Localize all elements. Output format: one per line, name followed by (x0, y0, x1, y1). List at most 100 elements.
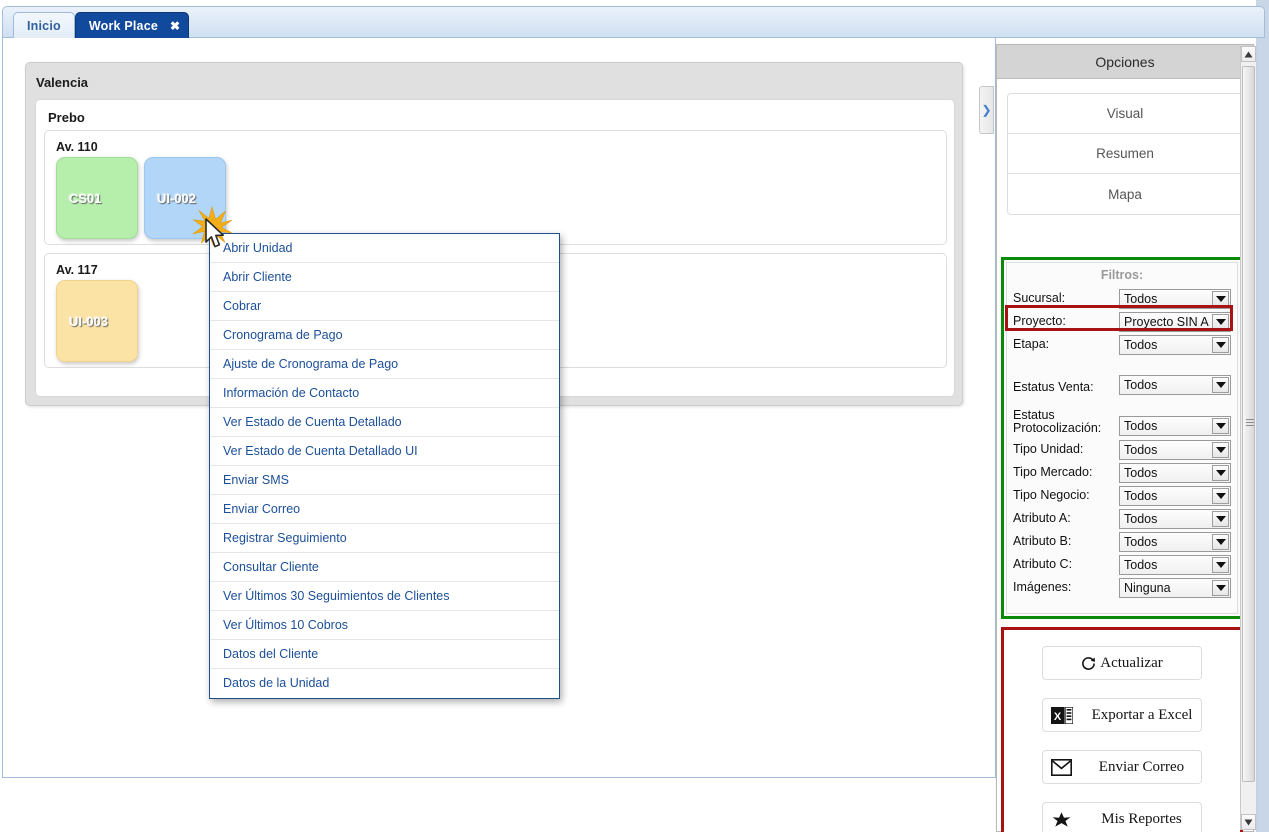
context-menu-item[interactable]: Ajuste de Cronograma de Pago (210, 350, 559, 379)
scrollbar-grip-icon (1246, 419, 1254, 428)
filter-select-atributo-b[interactable]: Todos (1119, 531, 1231, 552)
filter-select-value: Todos (1124, 511, 1158, 526)
context-menu-item[interactable]: Datos del Cliente (210, 640, 559, 669)
unit-context-menu: Abrir Unidad Abrir Cliente Cobrar Cronogram… (209, 233, 560, 699)
filter-label: Atributo B: (1013, 533, 1072, 548)
context-menu-item[interactable]: Ver Estado de Cuenta Detallado (210, 408, 559, 437)
unit-tile-ui-002[interactable]: UI-002 (144, 157, 226, 239)
chevron-down-icon[interactable] (1212, 441, 1229, 458)
filter-row-tipo-mercado: Tipo Mercado: Todos (1007, 461, 1237, 484)
chevron-down-icon[interactable] (1212, 487, 1229, 504)
context-menu-item[interactable]: Consultar Cliente (210, 553, 559, 582)
context-menu-item[interactable]: Datos de la Unidad (210, 669, 559, 698)
context-menu-item-label: Ver Estado de Cuenta Detallado UI (223, 444, 418, 458)
context-menu-item-label: Enviar Correo (223, 502, 301, 516)
street-title-1: Av. 117 (56, 263, 98, 277)
context-menu-item[interactable]: Ver Últimos 10 Cobros (210, 611, 559, 640)
chevron-down-icon[interactable] (1212, 579, 1229, 596)
unit-tile-ui-003[interactable]: UI-003 (56, 280, 138, 362)
unit-tile-cs01[interactable]: CS01 (56, 157, 138, 239)
filter-select-sucursal[interactable]: Todos (1119, 288, 1231, 309)
context-menu-item-label: Registrar Seguimiento (223, 531, 347, 545)
refresh-icon (1081, 656, 1096, 671)
filter-select-tipo-unidad[interactable]: Todos (1119, 439, 1231, 460)
context-menu-item-label: Cobrar (223, 299, 262, 313)
view-button-resumen[interactable]: Resumen (1008, 134, 1242, 174)
filter-label: Estatus Venta: (1013, 380, 1094, 394)
context-menu-item-label: Abrir Unidad (223, 241, 293, 255)
chevron-down-icon[interactable] (1212, 336, 1229, 353)
filter-select-value: Todos (1124, 378, 1158, 392)
filter-select-etapa[interactable]: Todos (1119, 334, 1231, 355)
context-menu-item[interactable]: Ver Últimos 30 Seguimientos de Clientes (210, 582, 559, 611)
view-button-mapa[interactable]: Mapa (1008, 174, 1242, 214)
street-panel-av-110: Av. 110 CS01 UI-002 (44, 130, 947, 245)
action-button-exportar-a-excel[interactable]: X Exportar a Excel (1042, 698, 1202, 732)
chevron-down-icon[interactable] (1212, 290, 1229, 307)
filter-select-atributo-c[interactable]: Todos (1119, 554, 1231, 575)
close-icon[interactable]: ✖ (170, 20, 180, 32)
chevron-down-icon[interactable] (1212, 510, 1229, 527)
scroll-up-icon[interactable] (1241, 46, 1256, 62)
filter-select-tipo-negocio[interactable]: Todos (1119, 485, 1231, 506)
panel-vertical-scrollbar[interactable] (1240, 46, 1256, 830)
context-menu-item[interactable]: Información de Contacto (210, 379, 559, 408)
excel-icon: X (1051, 706, 1073, 724)
filter-label: Tipo Unidad: (1013, 441, 1084, 456)
filter-label: Tipo Negocio: (1013, 487, 1090, 502)
context-menu-item-label: Datos del Cliente (223, 647, 319, 661)
filter-select-value: Todos (1124, 534, 1158, 549)
filter-row-imagenes: Imágenes: Ninguna (1007, 576, 1237, 599)
filter-select-atributo-a[interactable]: Todos (1119, 508, 1231, 529)
filter-row-estatus-protocolizacion: Estatus Protocolización: Todos (1007, 397, 1237, 438)
filter-row-sucursal: Sucursal: Todos (1007, 287, 1237, 310)
options-panel-header: Opciones (997, 45, 1253, 79)
tab-work-place[interactable]: Work Place ✖ (74, 12, 190, 38)
chevron-right-icon: ❯ (981, 103, 992, 117)
filter-select-value: Todos (1124, 291, 1158, 306)
panel-collapse-handle[interactable]: ❯ (979, 86, 994, 134)
chevron-down-icon[interactable] (1212, 313, 1229, 330)
context-menu-item-label: Abrir Cliente (223, 270, 292, 284)
context-menu-item-label: Ver Estado de Cuenta Detallado (223, 415, 402, 429)
action-button-actualizar[interactable]: Actualizar (1042, 646, 1202, 680)
filter-select-imagenes[interactable]: Ninguna (1119, 577, 1231, 598)
chevron-down-icon[interactable] (1212, 377, 1229, 393)
filter-label: Atributo A: (1013, 510, 1071, 525)
filter-label: Imágenes: (1013, 579, 1072, 594)
context-menu-item[interactable]: Registrar Seguimiento (210, 524, 559, 553)
filter-select-tipo-mercado[interactable]: Todos (1119, 462, 1231, 483)
filters-inner: Filtros: Sucursal: Todos Proyecto: Proyecto… (1006, 262, 1238, 614)
filter-select-estatus-protocolizacion[interactable]: Todos (1119, 416, 1231, 436)
filter-row-atributo-c: Atributo C: Todos (1007, 553, 1237, 576)
filter-label: Sucursal: (1013, 290, 1066, 305)
tab-inicio[interactable]: Inicio (13, 12, 75, 38)
context-menu-item[interactable]: Abrir Cliente (210, 263, 559, 292)
chevron-down-icon[interactable] (1212, 533, 1229, 550)
context-menu-item[interactable]: Enviar SMS (210, 466, 559, 495)
tab-strip: Inicio Work Place ✖ (2, 6, 1265, 38)
action-button-enviar-correo[interactable]: Enviar Correo (1042, 750, 1202, 784)
scrollbar-thumb[interactable] (1242, 66, 1255, 782)
filter-select-proyecto[interactable]: Proyecto SIN A (1119, 311, 1231, 332)
context-menu-item[interactable]: Cobrar (210, 292, 559, 321)
action-button-mis-reportes[interactable]: Mis Reportes (1042, 802, 1202, 832)
filter-select-estatus-venta[interactable]: Todos (1119, 375, 1231, 395)
context-menu-item[interactable]: Cronograma de Pago (210, 321, 559, 350)
filter-select-value: Todos (1124, 442, 1158, 457)
filter-label: Tipo Mercado: (1013, 464, 1093, 479)
context-menu-item-label: Ver Últimos 30 Seguimientos de Clientes (223, 589, 450, 603)
unit-tile-label: UI-003 (69, 313, 109, 329)
context-menu-item[interactable]: Abrir Unidad (210, 234, 559, 263)
chevron-down-icon[interactable] (1212, 464, 1229, 481)
options-panel: Opciones Visual Resumen Mapa Filtros: Su… (996, 44, 1254, 832)
context-menu-item[interactable]: Ver Estado de Cuenta Detallado UI (210, 437, 559, 466)
chevron-down-icon[interactable] (1212, 418, 1229, 434)
chevron-down-icon[interactable] (1212, 556, 1229, 573)
options-panel-title: Opciones (1095, 53, 1155, 70)
context-menu-item[interactable]: Enviar Correo (210, 495, 559, 524)
view-button-visual[interactable]: Visual (1008, 94, 1242, 134)
scroll-down-icon[interactable] (1241, 814, 1256, 830)
action-button-list: Actualizar X Exportar a Excel Enviar Correo… (1004, 646, 1240, 832)
context-menu-item-label: Datos de la Unidad (223, 676, 330, 690)
